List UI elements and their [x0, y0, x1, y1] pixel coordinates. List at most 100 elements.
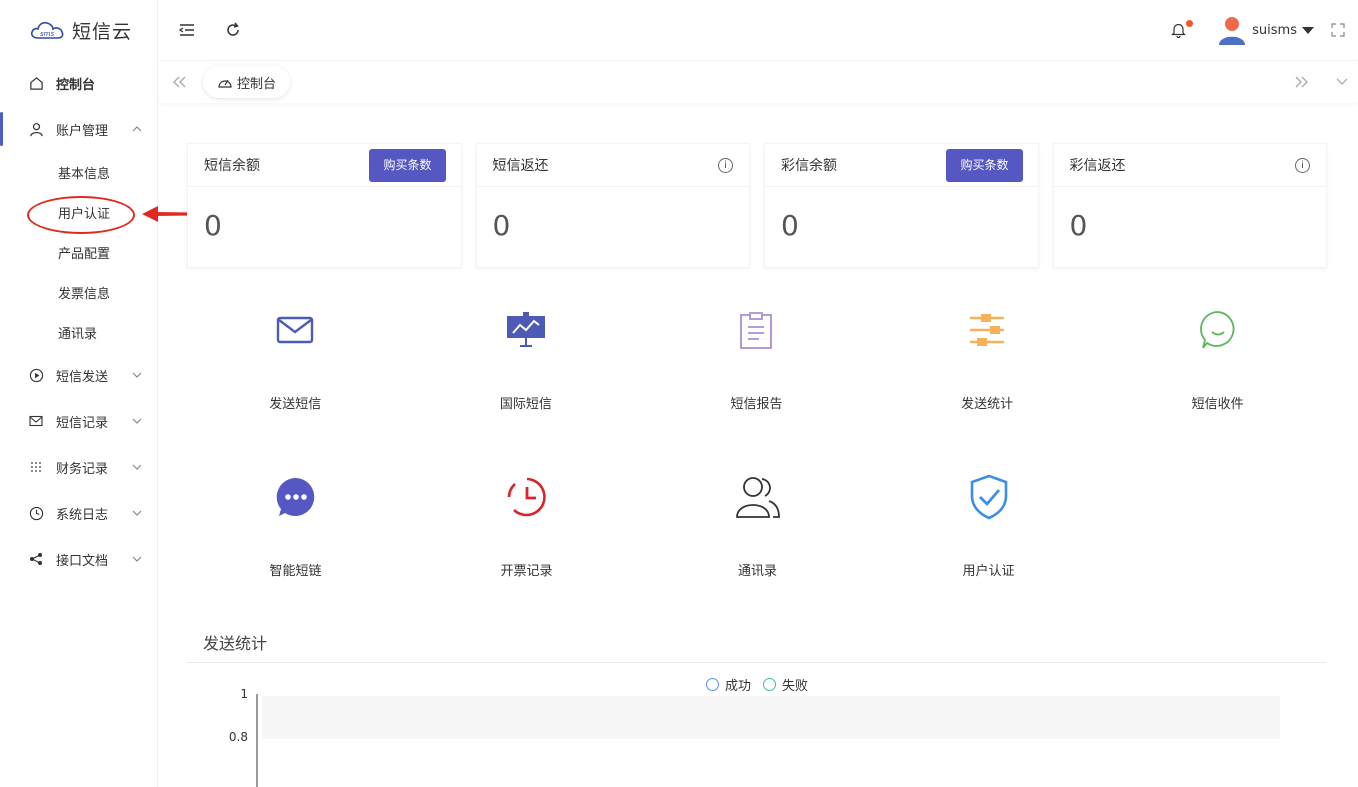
card-title: 短信返还 [492, 158, 549, 174]
sidebar-item-sms-send[interactable]: 短信发送 [0, 352, 157, 398]
shortcut-sms-report[interactable]: 短信报告 [641, 295, 872, 462]
shortcut-label: 国际短信 [499, 397, 552, 412]
shortcut-send-sms[interactable]: 发送短信 [180, 295, 411, 462]
card-title: 彩信返还 [1069, 158, 1126, 174]
fullscreen-icon[interactable] [1328, 20, 1348, 40]
shortcut-label: 发送短信 [269, 397, 322, 412]
tabs-menu-chevron-icon[interactable] [1332, 72, 1352, 92]
logo-text: 短信云 [72, 20, 133, 43]
shortcut-smart-link[interactable]: 智能短链 [180, 462, 411, 629]
card-mms-balance: 彩信余额 购买条数 0 [764, 143, 1039, 268]
shortcut-sms-inbox[interactable]: 短信收件 [1102, 295, 1333, 462]
top-bar: suisms [159, 0, 1358, 60]
avatar [1219, 17, 1246, 45]
scroll-right-icon[interactable] [1292, 72, 1312, 92]
card-sms-balance: 短信余额 购买条数 0 [187, 143, 462, 268]
buy-sms-button[interactable]: 购买条数 [369, 148, 446, 182]
shortcut-label: 短信报告 [730, 397, 783, 412]
scroll-left-icon[interactable] [169, 72, 189, 92]
shortcut-invoice-records[interactable]: 开票记录 [411, 462, 642, 629]
refresh-icon[interactable] [223, 20, 243, 40]
play-circle-icon [28, 367, 44, 383]
dashboard-icon [218, 79, 232, 88]
caret-down-icon [1302, 26, 1314, 34]
info-icon[interactable]: i [1295, 157, 1310, 173]
send-stats-chart: 10.8 [229, 687, 1280, 787]
sidebar-item-label: 财务记录 [56, 461, 109, 477]
tab-bar: 控制台 [159, 60, 1358, 103]
logo[interactable]: sms 短信云 [0, 0, 157, 60]
clock-icon [28, 505, 44, 521]
sidebar-item-label: 接口文档 [56, 553, 109, 569]
chevron-down-icon [131, 507, 143, 519]
user-menu[interactable]: suisms [1218, 15, 1314, 45]
sidebar-item-account[interactable]: 账户管理 [0, 106, 157, 152]
sliders-icon [962, 305, 1012, 355]
card-value: 0 [1069, 209, 1088, 242]
sidebar-item-sms-records[interactable]: 短信记录 [0, 398, 157, 444]
grid-icon [28, 459, 44, 475]
card-sms-refund: 短信返还 i 0 [475, 143, 750, 268]
sidebar-item-api-docs[interactable]: 接口文档 [0, 536, 157, 582]
chat-dots-icon [271, 472, 321, 522]
sidebar-item-label: 系统日志 [56, 507, 109, 523]
sidebar: sms 短信云 控制台 账户管理 基本信息 用户认证 产品配置 发票信息 通讯录… [0, 0, 158, 787]
sidebar-item-label: 短信发送 [56, 369, 109, 385]
y-tick-label: 1 [240, 687, 248, 701]
bell-icon[interactable] [1168, 20, 1194, 40]
clipboard-icon [731, 305, 781, 355]
sidebar-subitem-contacts[interactable]: 通讯录 [0, 312, 157, 352]
home-icon [28, 75, 44, 91]
card-title: 彩信余额 [781, 158, 837, 174]
sidebar-item-dashboard[interactable]: 控制台 [0, 60, 157, 106]
chat-smile-icon [1193, 305, 1243, 355]
shield-check-icon [964, 472, 1014, 522]
envelope-icon [270, 305, 320, 355]
chevron-up-icon [131, 123, 143, 135]
chevron-down-icon [131, 415, 143, 427]
info-icon[interactable]: i [718, 157, 733, 173]
shortcut-contacts[interactable]: 通讯录 [642, 462, 873, 629]
sidebar-subitem-product-config[interactable]: 产品配置 [0, 232, 157, 272]
clock-alarm-icon [502, 472, 552, 522]
shortcut-grid: 发送短信 国际短信 短信报告 发送统计 短信收件 智能短链 开票记录 通讯录 用… [180, 295, 1333, 629]
mail-icon [28, 413, 44, 429]
balance-cards: 短信余额 购买条数 0 短信返还 i 0 彩信余额 购买条数 0 彩信返还 i … [187, 143, 1327, 268]
share-icon [28, 551, 44, 567]
sidebar-subitem-basic-info[interactable]: 基本信息 [0, 152, 157, 192]
tab-label: 控制台 [237, 76, 277, 92]
shortcut-label: 短信收件 [1191, 397, 1244, 412]
sidebar-subitem-invoice-info[interactable]: 发票信息 [0, 272, 157, 312]
shortcut-label: 用户认证 [962, 564, 1015, 579]
plot-band [262, 696, 1280, 739]
card-title: 短信余额 [204, 158, 260, 174]
stats-section-title: 发送统计 [187, 630, 1326, 663]
contacts-icon [733, 472, 783, 522]
y-tick-label: 0.8 [229, 730, 248, 744]
user-name: suisms [1252, 22, 1297, 38]
collapse-menu-icon[interactable] [177, 20, 197, 40]
notification-dot [1186, 20, 1194, 27]
shortcut-label: 通讯录 [737, 564, 777, 579]
cloud-logo-icon: sms [30, 21, 64, 39]
card-value: 0 [492, 209, 511, 242]
shortcut-intl-sms[interactable]: 国际短信 [411, 295, 642, 462]
sidebar-item-system-log[interactable]: 系统日志 [0, 490, 157, 536]
sidebar-item-label: 控制台 [56, 77, 96, 93]
shortcut-label: 发送统计 [961, 397, 1014, 412]
presentation-icon [501, 305, 551, 355]
card-mms-refund: 彩信返还 i 0 [1052, 143, 1327, 268]
logo-mark: sms [40, 30, 54, 38]
top-right-group: suisms [1168, 0, 1358, 60]
sidebar-subitem-user-verification[interactable]: 用户认证 [0, 192, 157, 232]
chevron-down-icon [131, 369, 143, 381]
tab-dashboard[interactable]: 控制台 [203, 66, 291, 98]
chevron-down-icon [131, 461, 143, 473]
shortcut-user-verification[interactable]: 用户认证 [873, 462, 1104, 629]
shortcut-label: 开票记录 [500, 564, 553, 579]
shortcut-send-stats[interactable]: 发送统计 [872, 295, 1103, 462]
buy-mms-button[interactable]: 购买条数 [946, 148, 1023, 182]
sidebar-item-finance-records[interactable]: 财务记录 [0, 444, 157, 490]
card-value: 0 [781, 209, 799, 242]
card-value: 0 [204, 209, 222, 242]
